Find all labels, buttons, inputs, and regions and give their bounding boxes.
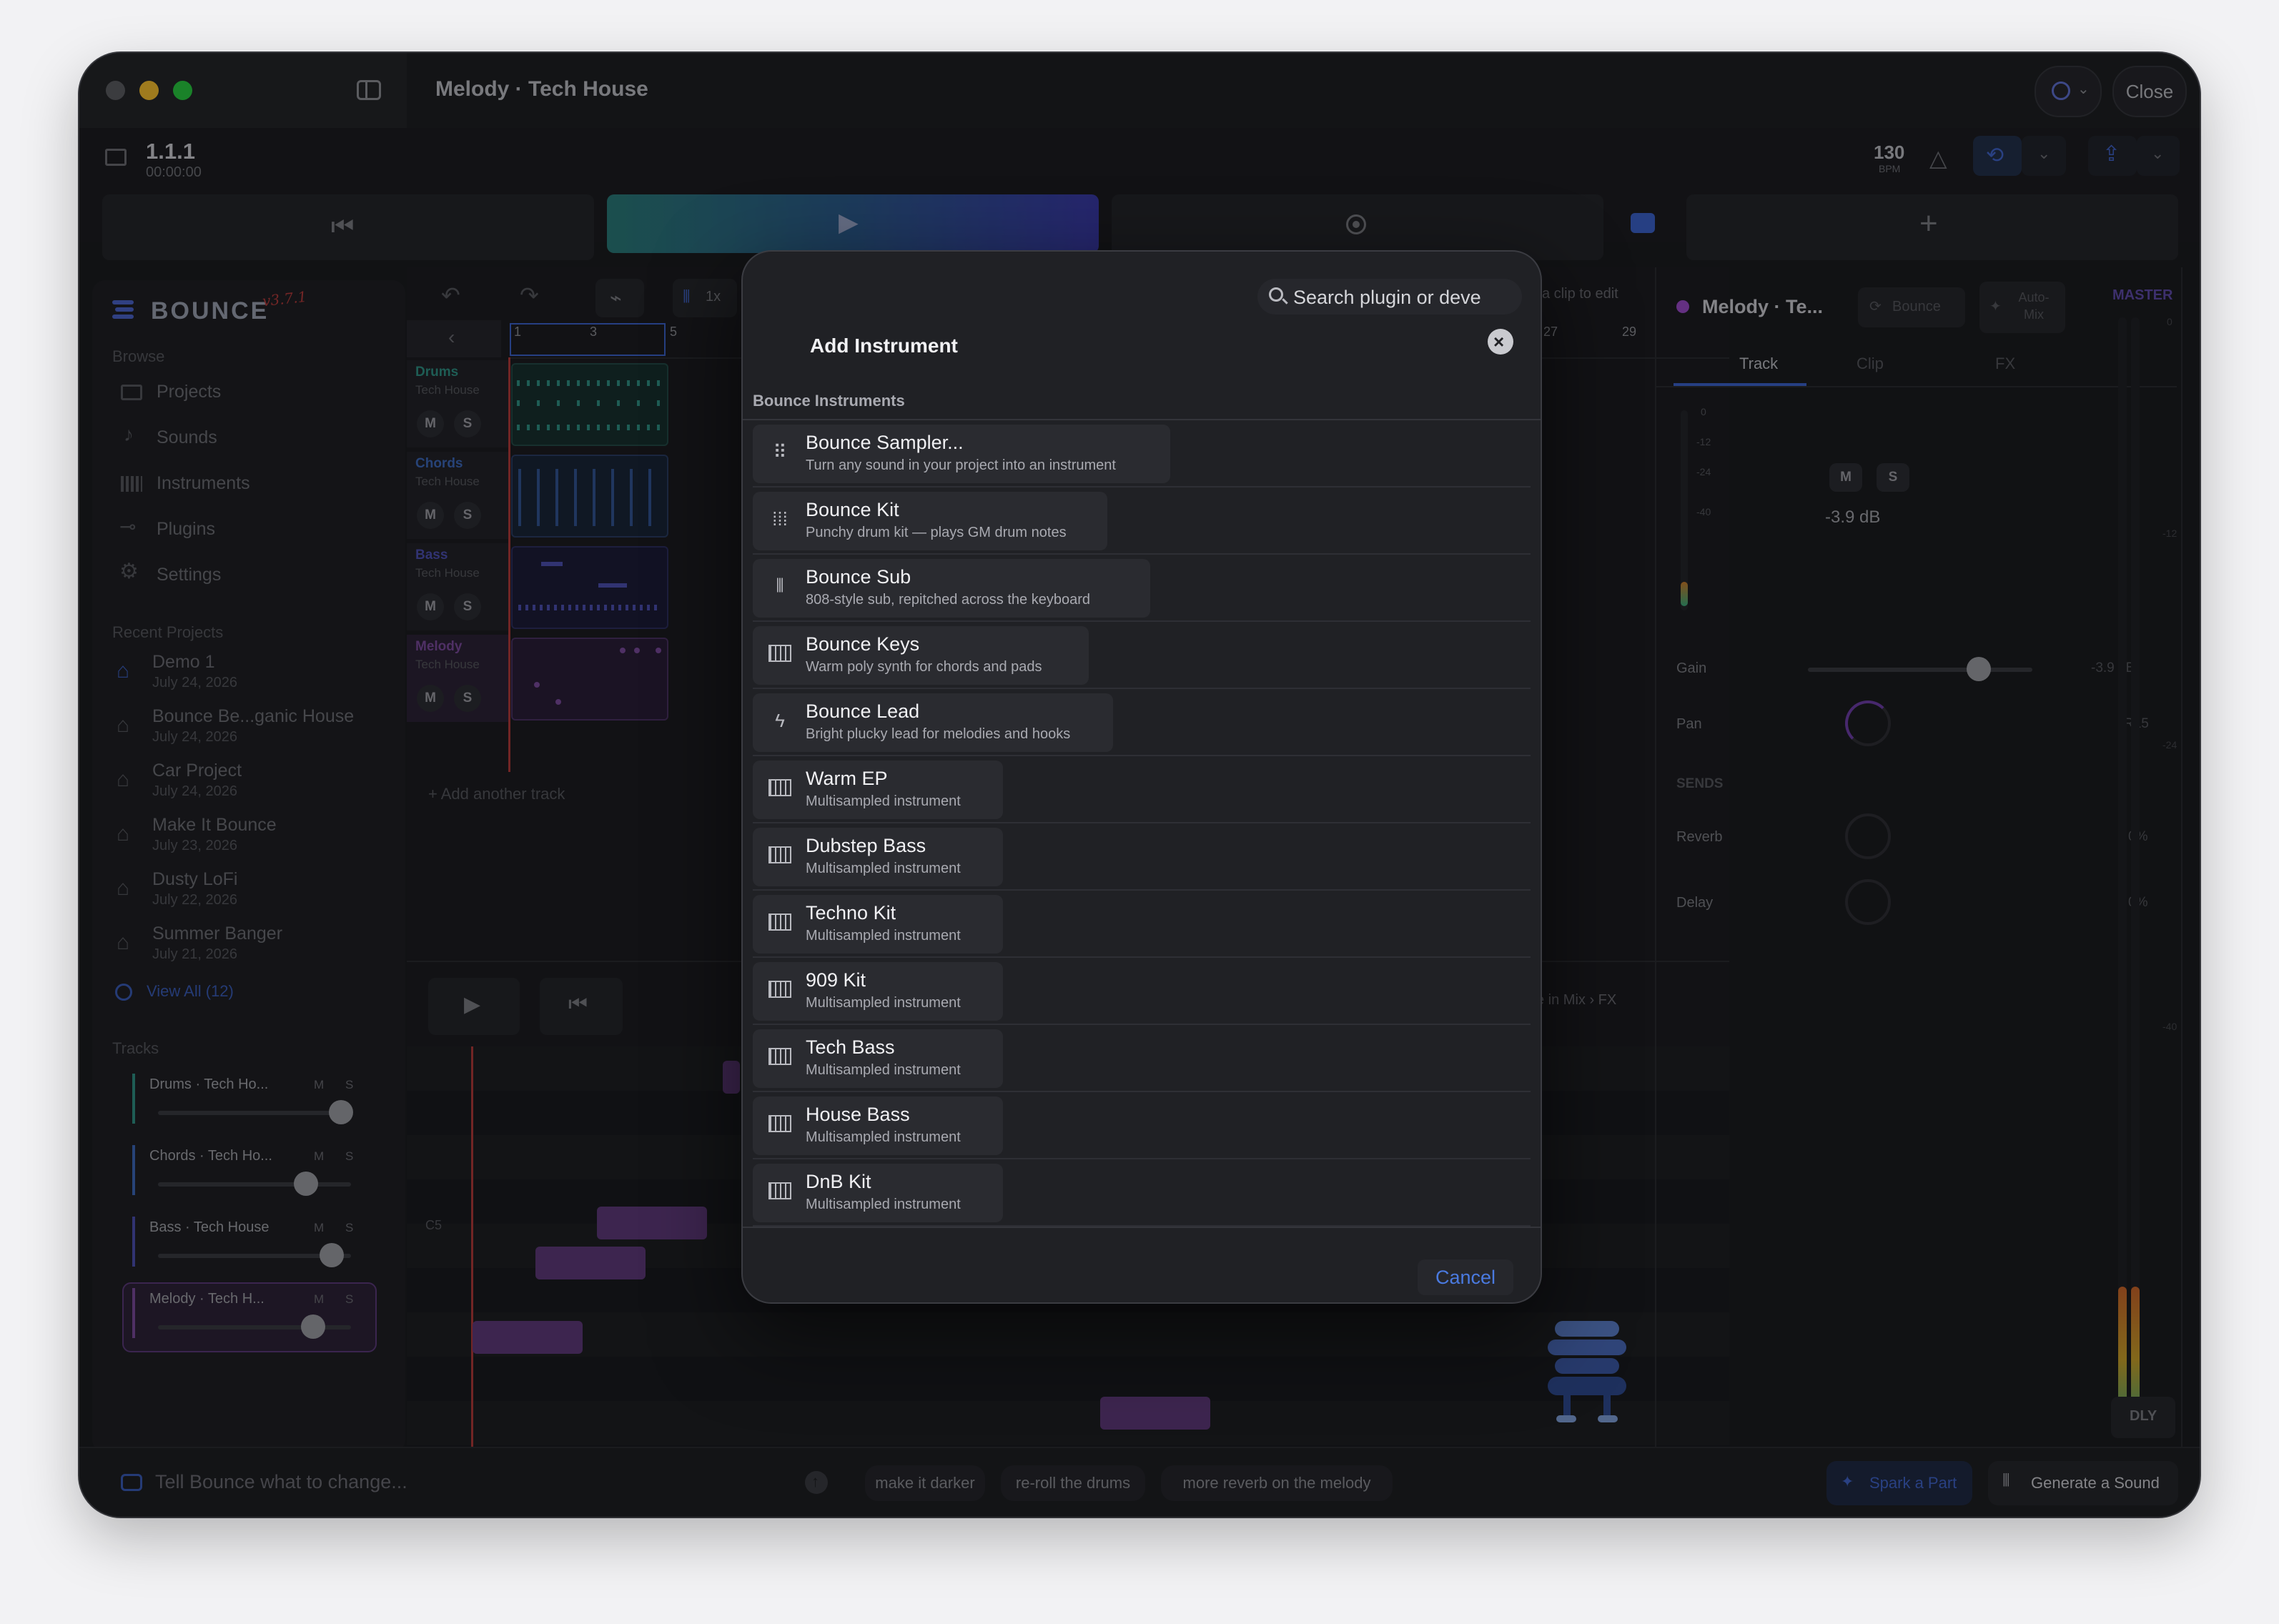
instrument-desc: Multisampled instrument <box>806 1062 961 1078</box>
instrument-desc: Multisampled instrument <box>806 861 961 876</box>
instrument-name: Warm EP <box>806 768 888 789</box>
drum-pads-icon: ⁞⁞⁞ <box>772 508 788 530</box>
instrument-row[interactable]: ⠿ Bounce Sampler... Turn any sound in yo… <box>753 420 1531 487</box>
instrument-name: Bounce Sampler... <box>806 432 964 453</box>
instrument-desc: Multisampled instrument <box>806 1129 961 1145</box>
instrument-row[interactable]: ⁞⁞⁞ Bounce Kit Punchy drum kit — plays G… <box>753 487 1531 555</box>
instrument-name: DnB Kit <box>806 1171 871 1192</box>
instrument-name: House Bass <box>806 1104 910 1125</box>
instrument-row[interactable]: House Bass Multisampled instrument <box>753 1092 1531 1159</box>
grid-dots-icon: ⠿ <box>773 440 787 462</box>
instrument-desc: 808-style sub, repitched across the keyb… <box>806 592 1090 608</box>
instrument-name: Dubstep Bass <box>806 835 926 856</box>
cancel-button[interactable]: Cancel <box>1418 1259 1513 1295</box>
instrument-desc: Bright plucky lead for melodies and hook… <box>806 726 1071 742</box>
waveform-icon: ⦀ <box>776 575 784 596</box>
instrument-row[interactable]: ϟ Bounce Lead Bright plucky lead for mel… <box>753 689 1531 756</box>
piano-icon <box>768 911 791 934</box>
search-field[interactable]: Search plugin or deve <box>1257 279 1522 315</box>
instrument-desc: Multisampled instrument <box>806 995 961 1011</box>
modal-title: Add Instrument <box>810 335 958 357</box>
section-heading: Bounce Instruments <box>753 392 905 410</box>
instrument-row[interactable]: DnB Kit Multisampled instrument <box>753 1159 1531 1227</box>
instrument-card <box>753 626 1089 685</box>
instrument-row[interactable]: Warm EP Multisampled instrument <box>753 756 1531 823</box>
instrument-name: 909 Kit <box>806 969 866 991</box>
instrument-row[interactable]: ⦀ Bounce Sub 808-style sub, repitched ac… <box>753 555 1531 622</box>
piano-icon <box>768 978 791 1001</box>
footer-divider <box>743 1227 1541 1228</box>
instrument-row[interactable]: 909 Kit Multisampled instrument <box>753 958 1531 1025</box>
piano-icon <box>768 1045 791 1068</box>
search-icon <box>1269 287 1288 304</box>
instrument-desc: Multisampled instrument <box>806 1197 961 1212</box>
instrument-name: Bounce Kit <box>806 499 899 520</box>
instrument-desc: Turn any sound in your project into an i… <box>806 457 1116 473</box>
instrument-desc: Punchy drum kit — plays GM drum notes <box>806 525 1067 540</box>
instrument-name: Techno Kit <box>806 902 896 924</box>
app-window: Melody · Tech House ⌄ Close 1.1.1 00:00:… <box>79 53 2200 1517</box>
instrument-name: Bounce Keys <box>806 633 920 655</box>
piano-icon <box>768 1179 791 1202</box>
search-input[interactable]: Search plugin or deve <box>1293 287 1481 309</box>
close-icon: × <box>1493 331 1505 352</box>
instrument-name: Tech Bass <box>806 1036 895 1058</box>
instrument-name: Bounce Lead <box>806 700 920 722</box>
piano-icon <box>768 843 791 866</box>
instrument-name: Bounce Sub <box>806 566 911 588</box>
instrument-desc: Multisampled instrument <box>806 928 961 944</box>
close-modal-button[interactable]: × <box>1488 329 1513 355</box>
instrument-desc: Multisampled instrument <box>806 793 961 809</box>
instrument-row[interactable]: Dubstep Bass Multisampled instrument <box>753 823 1531 891</box>
instrument-row[interactable]: Tech Bass Multisampled instrument <box>753 1025 1531 1092</box>
piano-icon <box>768 642 791 665</box>
instrument-row[interactable]: Bounce Keys Warm poly synth for chords a… <box>753 622 1531 689</box>
piano-icon <box>768 776 791 799</box>
instrument-desc: Warm poly synth for chords and pads <box>806 659 1042 675</box>
piano-icon <box>768 1112 791 1135</box>
add-instrument-modal: Search plugin or deve Add Instrument × B… <box>741 250 1542 1304</box>
instrument-row[interactable]: Techno Kit Multisampled instrument <box>753 891 1531 958</box>
bolt-icon: ϟ <box>775 709 785 731</box>
